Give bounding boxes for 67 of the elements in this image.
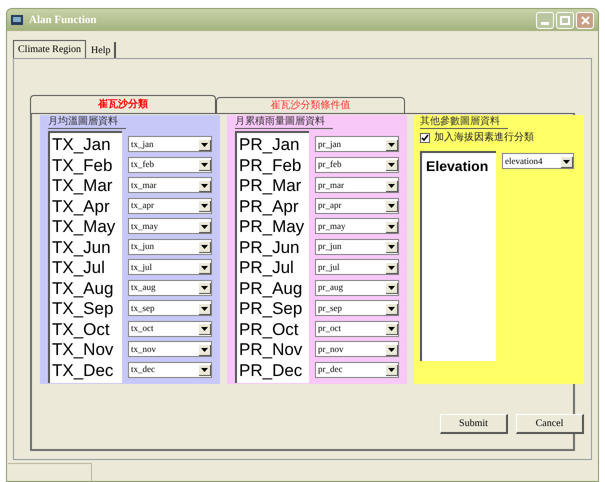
- dialog-button[interactable]: Submit: [440, 414, 508, 434]
- list-item: TX_Mar: [52, 176, 112, 196]
- list-item: TX_Sep: [52, 299, 114, 320]
- dropdown[interactable]: tx_apr: [128, 198, 212, 214]
- minimize-icon: [541, 22, 549, 24]
- list-item: PR_Nov: [239, 340, 302, 360]
- list-item: PR_May: [239, 217, 304, 238]
- dropdown[interactable]: pr_may: [315, 218, 399, 234]
- dropdown[interactable]: tx_jul: [128, 259, 212, 275]
- dropdown[interactable]: pr_sep: [315, 300, 399, 316]
- list-item: PR_Jul: [239, 258, 294, 278]
- dropdown[interactable]: pr_jun: [315, 238, 399, 254]
- list-item: TX_Aug: [52, 278, 114, 299]
- dropdown[interactable]: tx_feb: [128, 156, 212, 172]
- dropdown[interactable]: pr_nov: [315, 341, 399, 357]
- dropdown[interactable]: pr_dec: [315, 362, 399, 378]
- group-title: 月累積雨量圖層資料: [235, 116, 333, 129]
- list-item: PR_Feb: [239, 156, 302, 176]
- dropdown[interactable]: tx_oct: [128, 320, 212, 336]
- list-item: PR_Jan: [239, 135, 300, 156]
- list-item: Elevation: [426, 157, 488, 176]
- dropdown[interactable]: tx_sep: [128, 300, 212, 316]
- dropdown[interactable]: tx_may: [128, 218, 212, 234]
- list-item: TX_Apr: [52, 196, 110, 217]
- list-item: PR_Jun: [239, 238, 300, 258]
- dropdown[interactable]: tx_jan: [128, 136, 212, 152]
- group-title: 其他參數圖層資料: [420, 116, 508, 129]
- list-item: TX_Nov: [52, 340, 114, 360]
- list-item: TX_May: [52, 217, 116, 238]
- group-title: 月均溫圖層資料: [48, 116, 126, 129]
- minimize-button[interactable]: [536, 12, 554, 28]
- dropdown[interactable]: pr_oct: [315, 320, 399, 336]
- list-item: TX_Jan: [52, 135, 111, 156]
- dropdown[interactable]: tx_jun: [128, 238, 212, 254]
- dropdown[interactable]: tx_aug: [128, 280, 212, 296]
- dropdown[interactable]: pr_mar: [315, 177, 399, 193]
- app-icon: [11, 15, 23, 25]
- dropdown[interactable]: tx_dec: [128, 362, 212, 378]
- list-item: TX_Dec: [52, 360, 114, 381]
- tab[interactable]: Climate Region: [13, 40, 86, 58]
- dropdown[interactable]: pr_jan: [315, 136, 399, 152]
- list-item: PR_Oct: [239, 320, 299, 340]
- close-button[interactable]: [576, 12, 594, 28]
- maximize-button[interactable]: [556, 12, 574, 28]
- dropdown[interactable]: pr_apr: [315, 198, 399, 214]
- list-item: PR_Aug: [239, 278, 302, 299]
- checkbox[interactable]: [420, 132, 430, 142]
- dropdown[interactable]: tx_mar: [128, 177, 212, 193]
- dropdown[interactable]: tx_nov: [128, 341, 212, 357]
- dropdown[interactable]: pr_jul: [315, 259, 399, 275]
- list-item: TX_Feb: [52, 156, 112, 176]
- dialog-button[interactable]: Cancel: [516, 414, 584, 434]
- maximize-icon: [560, 16, 570, 24]
- checkbox-label: 加入海拔因素進行分類: [434, 130, 534, 145]
- dropdown[interactable]: elevation4: [502, 153, 574, 169]
- list-item: TX_Jun: [52, 238, 111, 258]
- dropdown[interactable]: pr_aug: [315, 280, 399, 296]
- list-item: TX_Oct: [52, 320, 110, 340]
- dropdown[interactable]: pr_feb: [315, 156, 399, 172]
- window-title: Alan Function: [29, 12, 97, 28]
- list-item: TX_Jul: [52, 258, 105, 278]
- list-item: PR_Dec: [239, 360, 302, 381]
- list-item: PR_Apr: [239, 196, 299, 217]
- list-item: PR_Sep: [239, 299, 302, 320]
- list-item: PR_Mar: [239, 176, 302, 196]
- tab[interactable]: Help: [88, 42, 116, 58]
- close-icon: [580, 16, 590, 24]
